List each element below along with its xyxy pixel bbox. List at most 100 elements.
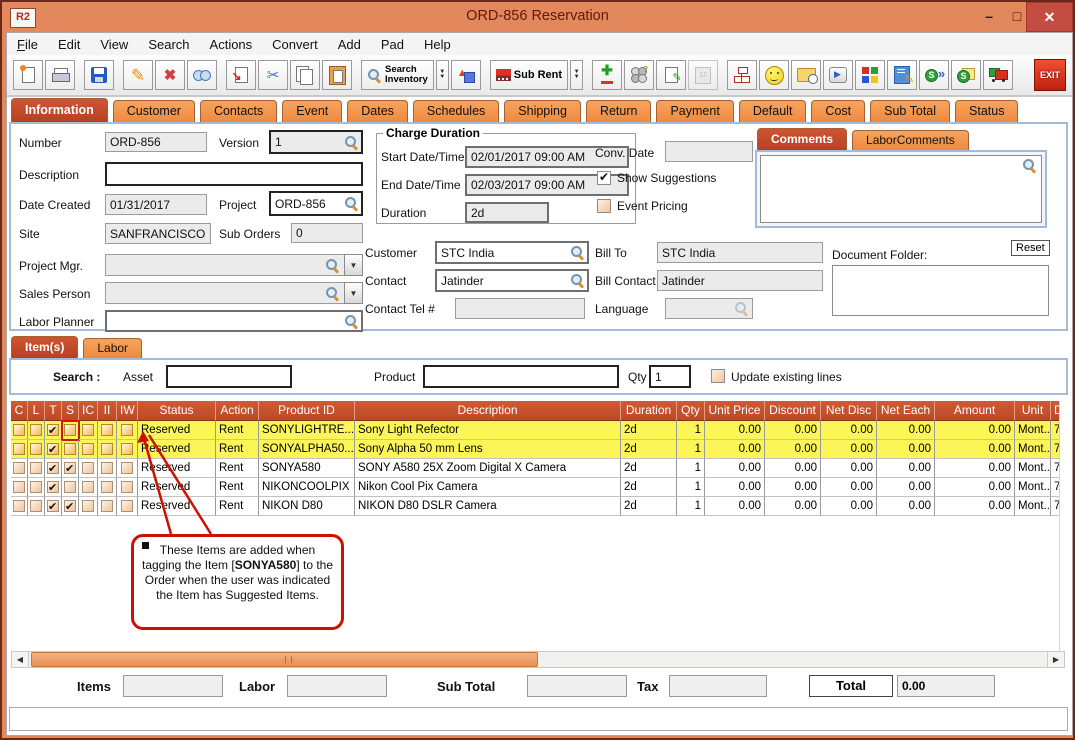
table-row[interactable]: Reserved Rent NIKONCOOLPIX Nikon Cool Pi… [11,478,1059,497]
row-checkbox[interactable] [101,424,113,436]
contact-search-icon[interactable] [570,273,585,288]
labor-planner-search-icon[interactable] [344,314,359,329]
edit-note-button[interactable]: ✎ [887,60,917,90]
find-button[interactable] [187,60,217,90]
tab-information[interactable]: Information [11,98,108,122]
bill-to-field[interactable] [657,242,823,263]
col-s[interactable]: S [62,401,79,421]
row-checkbox[interactable] [30,462,42,474]
row-checkbox[interactable] [13,462,25,474]
org-chart-button[interactable] [727,60,757,90]
row-checkbox[interactable] [47,462,59,474]
menu-actions[interactable]: Actions [210,37,253,52]
resource-group-button[interactable]: ? [624,60,654,90]
scrollbar-thumb[interactable] [31,652,538,667]
close-button[interactable]: ✕ [1026,2,1073,32]
col-ic[interactable]: IC [79,401,98,421]
qty-input[interactable] [649,365,691,388]
menu-help[interactable]: Help [424,37,451,52]
project-mgr-dropdown[interactable]: ▼ [344,254,363,276]
row-checkbox[interactable] [30,500,42,512]
row-checkbox[interactable] [82,481,94,493]
date-created-field[interactable] [105,194,207,215]
history-folder-button[interactable] [791,60,821,90]
tab-default[interactable]: Default [739,100,807,122]
row-checkbox[interactable] [82,462,94,474]
col-t[interactable]: T [45,401,62,421]
transfer-button[interactable]: ▲ [451,60,481,90]
row-checkbox[interactable] [82,443,94,455]
tab-schedules[interactable]: Schedules [413,100,499,122]
row-checkbox[interactable] [101,443,113,455]
tab-contacts[interactable]: Contacts [200,100,277,122]
row-checkbox[interactable] [47,443,59,455]
comments-search-icon[interactable] [1022,158,1037,173]
col-iw[interactable]: IW [117,401,138,421]
row-checkbox[interactable] [64,443,76,455]
col-action[interactable]: Action [216,401,259,421]
document-folder-box[interactable] [832,265,1049,316]
menu-search[interactable]: Search [148,37,189,52]
row-checkbox[interactable] [101,481,113,493]
col-description[interactable]: Description [355,401,621,421]
col-unit[interactable]: Unit [1015,401,1051,421]
number-field[interactable] [105,132,207,152]
col-l[interactable]: L [28,401,45,421]
sub-rent-options-button[interactable]: ▼▼ [570,60,583,90]
calendar-button[interactable]: 12 [688,60,718,90]
tab-cost[interactable]: Cost [811,100,865,122]
conv-date-field[interactable] [665,141,753,162]
menu-file[interactable]: File [17,37,38,52]
update-existing-lines-checkbox[interactable] [711,369,725,383]
duration-field[interactable] [465,202,549,223]
col-unit-price[interactable]: Unit Price [705,401,765,421]
sales-person-search-icon[interactable] [325,286,340,301]
row-checkbox[interactable] [47,424,59,436]
customer-search-icon[interactable] [570,245,585,260]
asset-search-input[interactable] [166,365,292,388]
col-amount[interactable]: Amount [935,401,1015,421]
row-checkbox[interactable] [64,481,76,493]
search-inventory-button[interactable]: SearchInventory [361,60,434,90]
sub-orders-field[interactable] [291,223,363,243]
tab-customer[interactable]: Customer [113,100,195,122]
col-net-disc[interactable]: Net Disc [821,401,877,421]
row-checkbox[interactable] [101,500,113,512]
table-row[interactable]: Reserved Rent NIKON D80 NIKON D80 DSLR C… [11,497,1059,516]
row-checkbox[interactable] [13,443,25,455]
row-checkbox[interactable] [121,481,133,493]
row-checkbox[interactable] [82,500,94,512]
project-mgr-search-icon[interactable] [325,258,340,273]
row-checkbox[interactable] [13,481,25,493]
customer-field[interactable] [435,241,589,264]
menu-add[interactable]: Add [338,37,361,52]
contact-tel-field[interactable] [455,298,585,319]
tab-return[interactable]: Return [586,100,652,122]
row-checkbox[interactable] [101,462,113,474]
tab-comments[interactable]: Comments [757,128,847,150]
show-suggestions-checkbox[interactable] [597,171,611,185]
sub-rent-button[interactable]: Sub Rent [490,60,568,90]
table-row[interactable]: Reserved Rent SONYALPHA50... Sony Alpha … [11,440,1059,459]
invoice-notes-button[interactable]: S [951,60,981,90]
reset-button[interactable]: Reset [1011,240,1050,256]
row-checkbox[interactable] [64,462,76,474]
copy-to-order-button[interactable]: ↘ [226,60,256,90]
row-checkbox[interactable] [13,424,25,436]
row-checkbox[interactable] [30,481,42,493]
row-checkbox[interactable] [47,500,59,512]
row-checkbox[interactable] [82,424,94,436]
row-checkbox[interactable] [121,424,133,436]
row-checkbox[interactable] [13,500,25,512]
col-product-id[interactable]: Product ID [259,401,355,421]
exit-button[interactable]: EXIT [1034,59,1066,91]
sales-person-dropdown[interactable]: ▼ [344,282,363,304]
row-checkbox[interactable] [30,424,42,436]
notes-button[interactable]: ✎ [656,60,686,90]
col-qty[interactable]: Qty [677,401,705,421]
minimize-button[interactable]: – [974,2,1004,30]
product-search-input[interactable] [423,365,619,388]
site-field[interactable] [105,223,211,244]
bill-contact-field[interactable] [657,270,823,291]
tab-dates[interactable]: Dates [347,100,408,122]
